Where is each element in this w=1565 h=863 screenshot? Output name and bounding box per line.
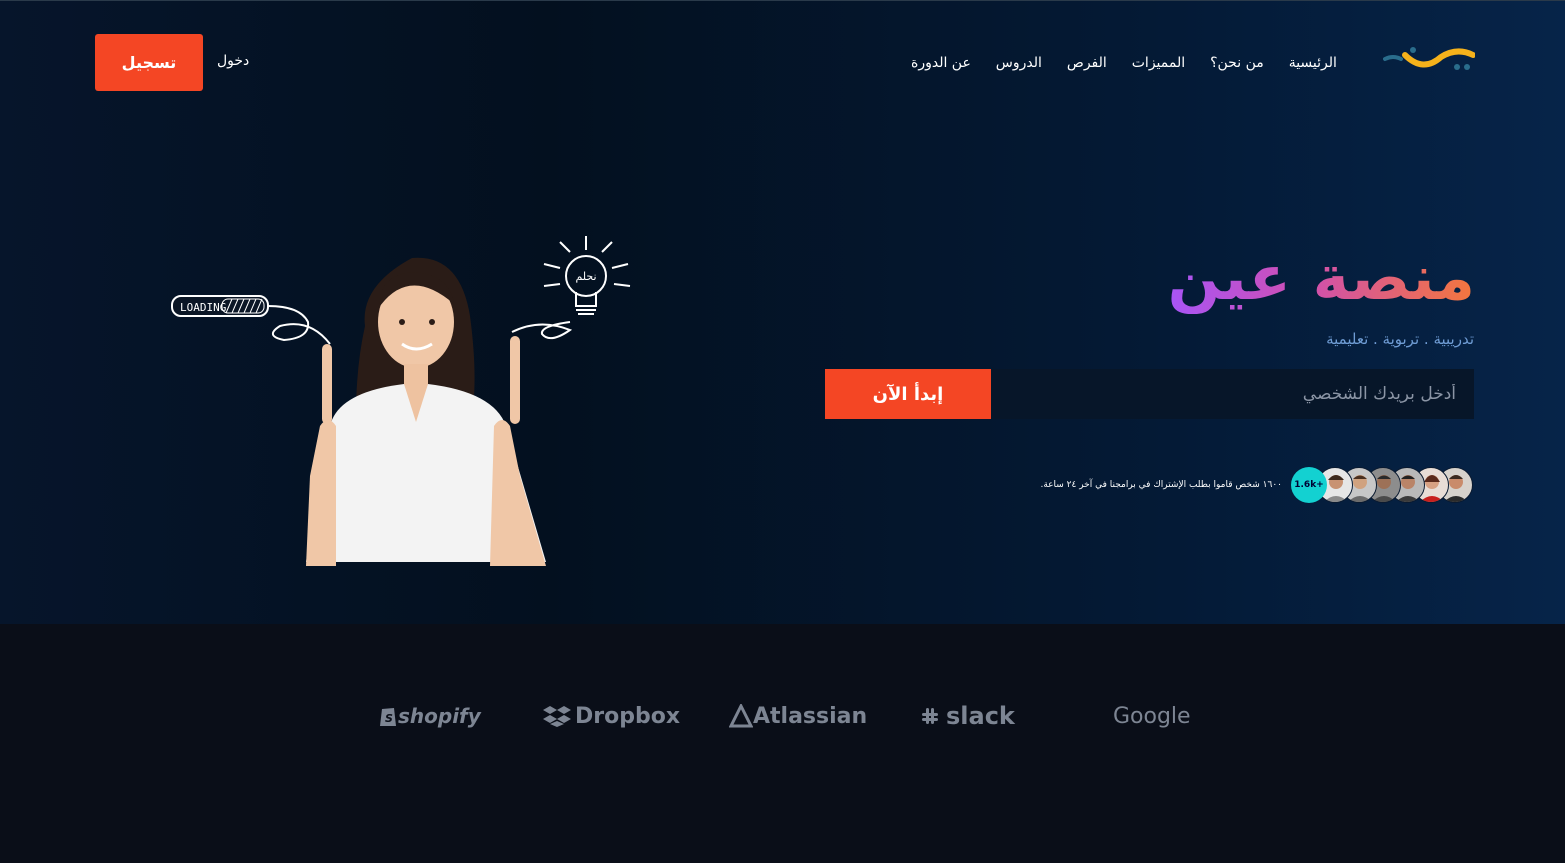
bulb-label: نحلم — [575, 270, 596, 283]
email-input[interactable] — [991, 369, 1474, 419]
hero-section: الرئيسية من نحن؟ المميزات الفرص الدروس ع… — [0, 0, 1565, 625]
shopify-logo: S shopify — [378, 700, 481, 732]
dropbox-icon — [543, 706, 571, 727]
atlassian-logo: Atlassian — [729, 700, 867, 732]
main-nav: الرئيسية من نحن؟ المميزات الفرص الدروس ع… — [911, 51, 1337, 75]
atlassian-icon — [729, 704, 753, 728]
svg-text:S: S — [385, 712, 393, 725]
login-link[interactable]: دخول — [217, 53, 249, 69]
signup-button[interactable]: تسجيل — [95, 34, 203, 91]
slack-logo: slack — [918, 700, 1015, 732]
subscriber-count-badge: 1.6k+ — [1291, 467, 1327, 503]
shopify-icon: S — [380, 708, 396, 726]
hero-illustration: LOADING نحلم — [171, 236, 631, 566]
nav-item-about[interactable]: من نحن؟ — [1210, 55, 1264, 71]
google-logo: Google — [1113, 703, 1191, 729]
hero-title: منصة عين — [1167, 241, 1475, 314]
start-now-button[interactable]: إبدأ الآن — [825, 369, 991, 419]
hero-subtitle: تدريبية . تربوية . تعليمية — [1326, 330, 1474, 348]
nav-item-opportunities[interactable]: الفرص — [1067, 55, 1107, 71]
brand-logo[interactable] — [1383, 45, 1475, 75]
dropbox-logo: Dropbox — [543, 700, 680, 732]
nav-item-course[interactable]: عن الدورة — [911, 55, 971, 71]
partners-band — [0, 624, 1565, 863]
nav-item-features[interactable]: المميزات — [1132, 55, 1185, 71]
loading-label: LOADING — [180, 301, 226, 314]
slack-icon — [922, 708, 938, 724]
nav-item-lessons[interactable]: الدروس — [996, 55, 1042, 71]
nav-item-home[interactable]: الرئيسية — [1289, 55, 1337, 71]
social-proof-text: ١٦٠٠ شخص قاموا بطلب الإشتراك في برامجنا … — [1040, 480, 1282, 490]
